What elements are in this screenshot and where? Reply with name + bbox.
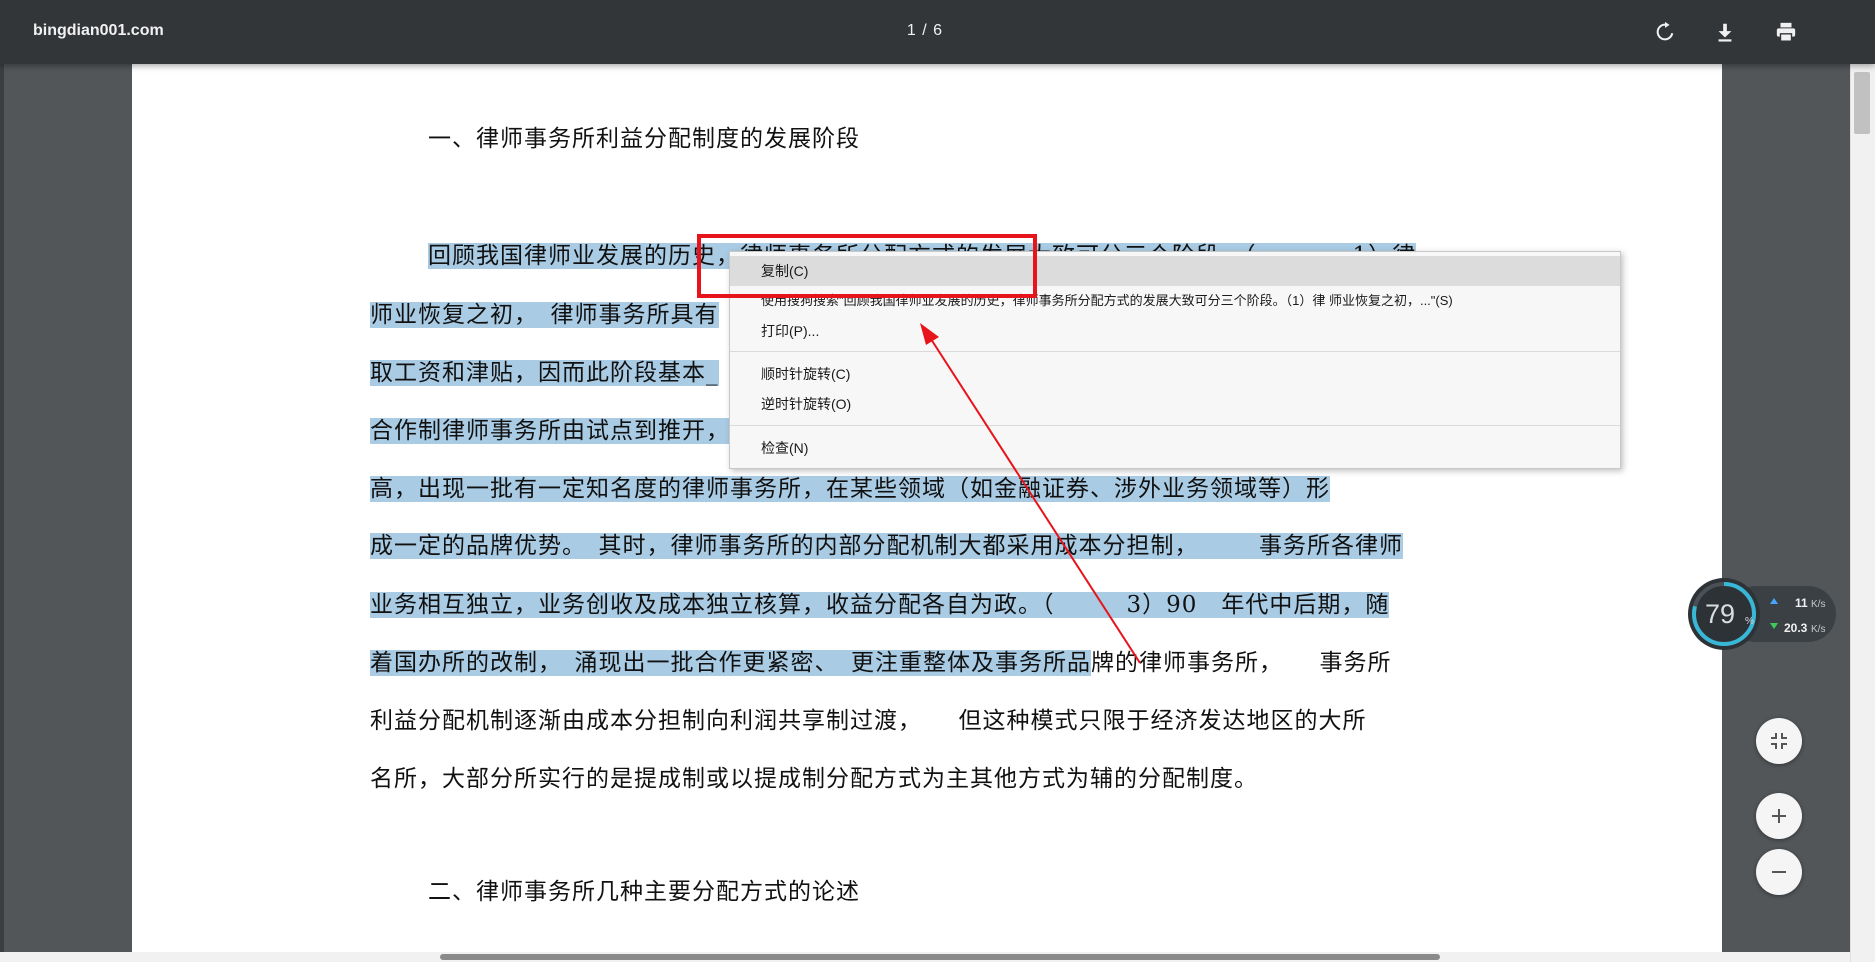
- paragraph-line: 利益分配机制逐渐由成本分担制向利润共享制过渡， 但这种模式只限于经济发达地区的大…: [370, 708, 1367, 734]
- paragraph-line: 着国办所的改制， 涌现出一批合作更紧密、 更注重整体及事务所品牌的律师事务所， …: [370, 643, 1392, 677]
- paragraph-line: 名所，大部分所实行的是提成制或以提成制分配方式为主其他方式为辅的分配制度。: [370, 766, 1258, 792]
- print-button[interactable]: [1770, 16, 1802, 48]
- download-unit: K/s: [1811, 624, 1825, 635]
- selected-text: 高，出现一批有一定知名度的律师事务所，在某些领域（如金融证券、涉外业务领域等）形: [370, 476, 1330, 502]
- download-icon: [1718, 23, 1732, 42]
- upload-unit: K/s: [1811, 599, 1825, 610]
- paragraph-line: 高，出现一批有一定知名度的律师事务所，在某些领域（如金融证券、涉外业务领域等）形: [370, 469, 1330, 503]
- cpu-percent: 79: [1705, 599, 1735, 629]
- network-speed-widget[interactable]: 79 % 11 K/s 20.3 K/s: [1688, 576, 1838, 652]
- section-heading-2: 二、律师事务所几种主要分配方式的论述: [428, 879, 860, 905]
- vertical-scrollbar[interactable]: [1850, 64, 1875, 962]
- selected-text: 取工资和津贴，因而此阶段基本_: [370, 360, 719, 386]
- paragraph-line: 业务相互独立，业务创收及成本独立核算，收益分配各自为政。（ 3）90 年代中后期…: [370, 585, 1390, 619]
- pdf-toolbar: bingdian001.com 1 / 6: [0, 0, 1875, 64]
- pdf-viewer: bingdian001.com 1 / 6 一、律师事务所利益分配制度的发展阶段…: [0, 0, 1875, 962]
- menu-item-rotate-counterclockwise[interactable]: 逆时针旋转(O): [730, 389, 1620, 419]
- unselected-text: 牌的律师事务所， 事务所: [1091, 650, 1392, 676]
- horizontal-scroll-thumb[interactable]: [440, 954, 1440, 960]
- menu-separator: [730, 425, 1620, 426]
- window-edge: [0, 0, 4, 962]
- paragraph-line: 取工资和津贴，因而此阶段基本_: [370, 353, 719, 387]
- rotate-button[interactable]: [1649, 16, 1681, 48]
- rotate-clockwise-icon: [1656, 21, 1674, 41]
- site-title: bingdian001.com: [33, 22, 164, 39]
- selected-text: 师业恢复之初， 律师事务所具有: [370, 302, 719, 328]
- menu-item-print[interactable]: 打印(P)...: [730, 316, 1620, 346]
- vertical-scroll-thumb[interactable]: [1854, 72, 1870, 134]
- print-icon: [1776, 22, 1796, 42]
- selected-text: 成一定的品牌优势。 其时，律师事务所的内部分配机制大都采用成本分担制， 事务所各…: [370, 533, 1403, 559]
- selected-text: 合作制律师事务所由试点到推开，: [370, 418, 730, 444]
- upload-speed: 11: [1795, 596, 1808, 610]
- fit-to-page-button[interactable]: [1756, 718, 1802, 764]
- page-indicator: 1 / 6: [906, 22, 944, 39]
- menu-separator: [730, 351, 1620, 352]
- paragraph-line: 成一定的品牌优势。 其时，律师事务所的内部分配机制大都采用成本分担制， 事务所各…: [370, 526, 1403, 560]
- paragraph-line: 师业恢复之初， 律师事务所具有: [370, 295, 719, 329]
- zoom-out-button[interactable]: [1756, 849, 1802, 895]
- selected-text: 着国办所的改制， 涌现出一批合作更紧密、 更注重整体及事务所品: [370, 650, 1091, 676]
- fit-to-page-icon: [1771, 733, 1787, 749]
- section-heading-1: 一、律师事务所利益分配制度的发展阶段: [428, 126, 860, 152]
- pdf-page: 一、律师事务所利益分配制度的发展阶段 回顾我国律师业发展的历史，律师事务所分配方…: [132, 64, 1722, 962]
- paragraph-line: 合作制律师事务所由试点到推开，: [370, 411, 730, 445]
- download-button[interactable]: [1709, 16, 1741, 48]
- menu-item-inspect[interactable]: 检查(N): [730, 433, 1620, 463]
- annotation-highlight-box: [697, 234, 1037, 298]
- download-speed: 20.3: [1784, 621, 1808, 635]
- zoom-in-button[interactable]: [1756, 793, 1802, 839]
- selected-text: 业务相互独立，业务创收及成本独立核算，收益分配各自为政。（ 3）90 年代中后期…: [370, 592, 1390, 618]
- menu-item-rotate-clockwise[interactable]: 顺时针旋转(C): [730, 359, 1620, 389]
- cpu-percent-unit: %: [1745, 616, 1754, 627]
- minus-icon: [1772, 871, 1786, 873]
- plus-icon: [1772, 809, 1786, 823]
